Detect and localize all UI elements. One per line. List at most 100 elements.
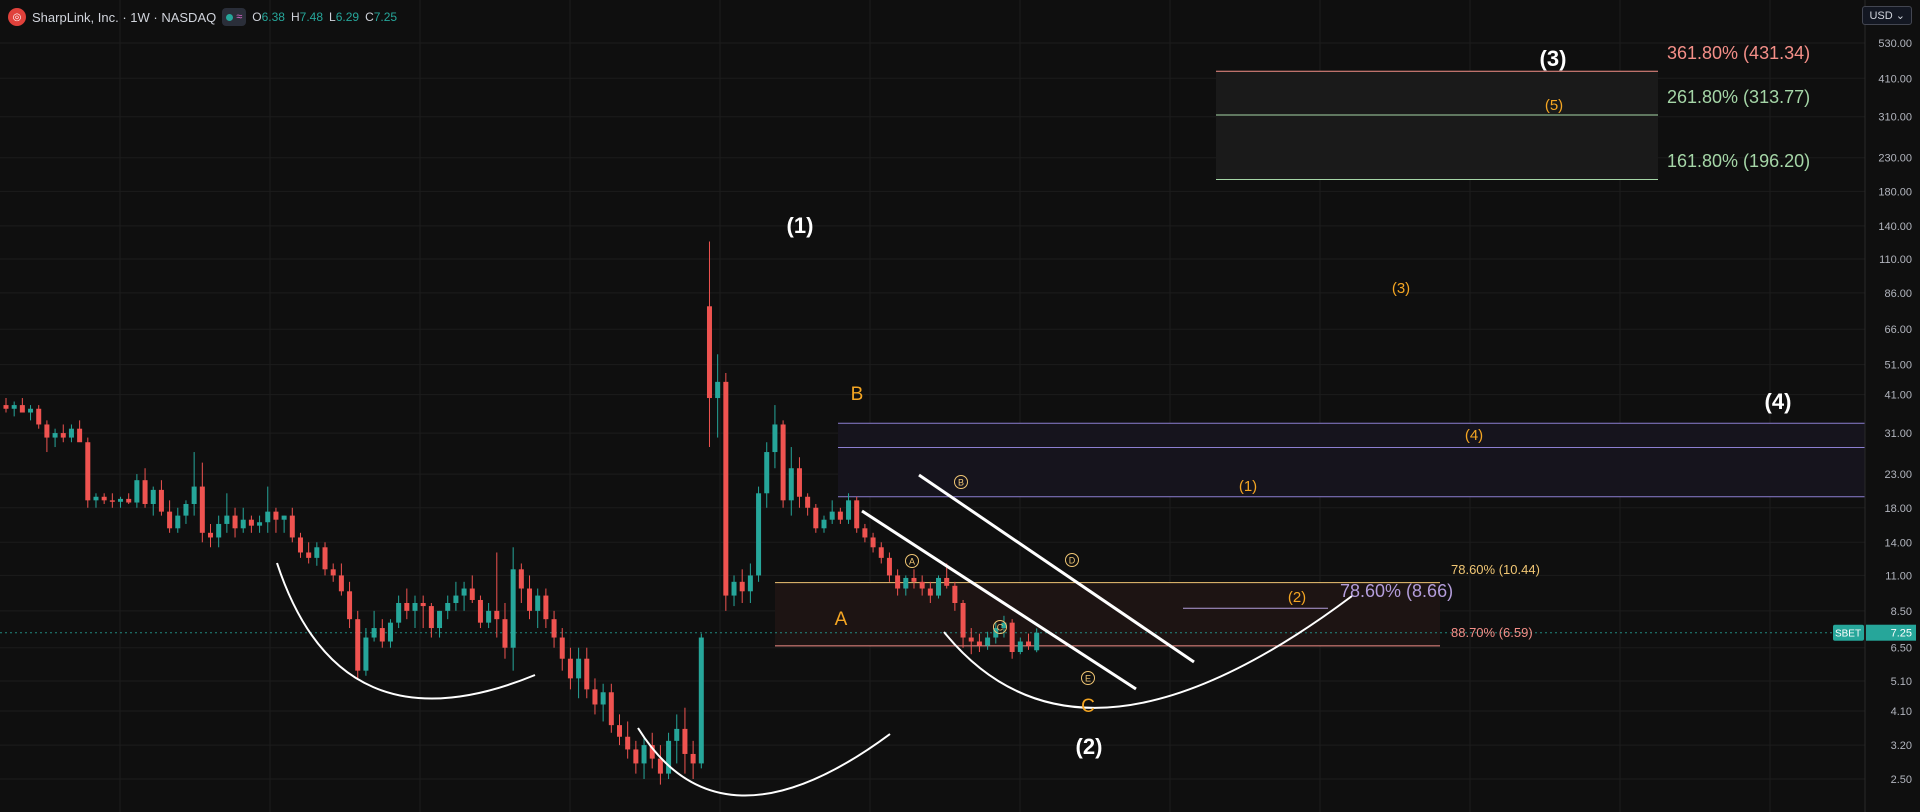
candle-body xyxy=(535,595,541,611)
fib-level-label: 78.60% (8.66) xyxy=(1340,581,1453,601)
candle-body xyxy=(363,637,369,671)
price-axis-tick: 11.00 xyxy=(1885,570,1912,582)
candle-body xyxy=(101,496,107,501)
candle-body xyxy=(28,408,34,413)
candle-body xyxy=(216,523,222,538)
candle-body xyxy=(93,496,99,501)
candle-body xyxy=(289,515,295,538)
candle-body xyxy=(936,577,942,596)
candle-body xyxy=(690,753,696,764)
candle-body xyxy=(927,588,933,596)
wave-label: A xyxy=(835,609,848,630)
candle-body xyxy=(477,599,483,623)
candle-body xyxy=(641,745,647,764)
indicator-status-pill[interactable]: ≈ xyxy=(222,8,247,26)
candle-body xyxy=(682,728,688,754)
candle-body xyxy=(19,405,25,413)
wave-label: (5) xyxy=(1545,97,1563,114)
candle-body xyxy=(747,575,753,592)
price-chart[interactable]: (1) (2) (3) (4) A B C (1) (2) (3) (4) (5) B A C D E 361.8… xyxy=(0,0,1920,812)
candle-body xyxy=(36,408,42,425)
candle-body xyxy=(854,500,860,529)
currency-label: USD xyxy=(1869,10,1893,22)
symbol-title[interactable]: SharpLink, Inc. · 1W · NASDAQ xyxy=(32,10,216,25)
fib-level-label: 361.80% (431.34) xyxy=(1667,43,1810,63)
wave-label: (2) xyxy=(1076,734,1103,759)
candle-body xyxy=(77,428,83,443)
candle-body xyxy=(355,619,361,671)
candle-body xyxy=(240,519,246,529)
candle-body xyxy=(976,641,982,646)
wave-label: B xyxy=(851,384,864,405)
candle-body xyxy=(886,557,892,576)
price-axis-tick: 41.00 xyxy=(1884,390,1912,402)
fib-level-label: 88.70% (6.59) xyxy=(1451,625,1533,640)
candle-body xyxy=(625,736,631,750)
candle-body xyxy=(44,424,50,438)
candle-body xyxy=(126,498,132,503)
candle-body xyxy=(338,575,344,592)
circled-wave-label: B xyxy=(958,478,964,488)
candle-body xyxy=(199,486,205,533)
candle-body xyxy=(657,758,663,774)
candle-body xyxy=(829,511,835,520)
fib-level-label: 161.80% (196.20) xyxy=(1667,151,1810,171)
wave-label: (3) xyxy=(1392,280,1410,297)
chevron-down-icon: ⌄ xyxy=(1895,10,1905,22)
candle-body xyxy=(756,493,762,576)
price-axis-tick: 8.50 xyxy=(1891,606,1912,618)
candle-body xyxy=(265,511,271,523)
candle-body xyxy=(183,503,189,516)
price-axis-tick: 5.10 xyxy=(1891,676,1912,688)
candle-body xyxy=(502,619,508,648)
candle-body xyxy=(584,658,590,690)
candle-body xyxy=(772,424,778,453)
candle-body xyxy=(85,442,91,501)
candle-body xyxy=(903,577,909,589)
candle-body xyxy=(273,511,279,520)
candle-body xyxy=(919,581,925,589)
fib-level-label: 78.60% (10.44) xyxy=(1451,562,1540,577)
candle-body xyxy=(494,610,500,620)
resistance-zone xyxy=(838,423,1866,497)
price-axis-tick: 180.00 xyxy=(1878,186,1912,198)
candle-body xyxy=(379,628,385,642)
candle-body xyxy=(281,515,287,520)
candle-body xyxy=(788,468,794,501)
symbol-header: ◎ SharpLink, Inc. · 1W · NASDAQ ≈ O6.38 … xyxy=(8,6,397,28)
candle-body xyxy=(453,595,459,603)
candle-body xyxy=(420,602,426,607)
currency-selector[interactable]: USD ⌄ xyxy=(1862,6,1912,25)
candle-body xyxy=(543,595,549,620)
candle-body xyxy=(674,728,680,741)
fib-level-label: 261.80% (313.77) xyxy=(1667,87,1810,107)
candle-body xyxy=(330,569,336,576)
candle-body xyxy=(1034,632,1040,651)
price-axis-tick: 66.00 xyxy=(1884,324,1912,336)
low-key: L xyxy=(329,10,336,24)
price-axis-tick: 310.00 xyxy=(1878,112,1912,124)
wave-label: (2) xyxy=(1288,589,1306,606)
candle-body xyxy=(175,515,181,529)
candle-body xyxy=(297,537,303,553)
candle-body xyxy=(592,689,598,705)
candle-body xyxy=(600,692,606,705)
candle-body xyxy=(461,588,467,596)
candle-body xyxy=(837,511,843,520)
candle-body xyxy=(167,511,173,529)
price-axis-tick: 410.00 xyxy=(1878,73,1912,85)
candle-body xyxy=(224,515,230,524)
price-axis-tick: 14.00 xyxy=(1884,537,1912,549)
low-value: 6.29 xyxy=(335,10,360,24)
candle-body xyxy=(559,637,565,659)
wave-label: C xyxy=(1081,696,1095,717)
price-axis-tick: 18.00 xyxy=(1884,503,1912,515)
candle-body xyxy=(985,637,991,646)
circled-wave-label: E xyxy=(1085,674,1091,684)
candle-body xyxy=(813,507,819,529)
last-price-value: 7.25 xyxy=(1891,628,1912,640)
candle-body xyxy=(862,528,868,538)
price-axis-tick: 51.00 xyxy=(1884,360,1912,372)
candle-body xyxy=(805,496,811,508)
price-axis-tick: 2.50 xyxy=(1891,774,1912,786)
